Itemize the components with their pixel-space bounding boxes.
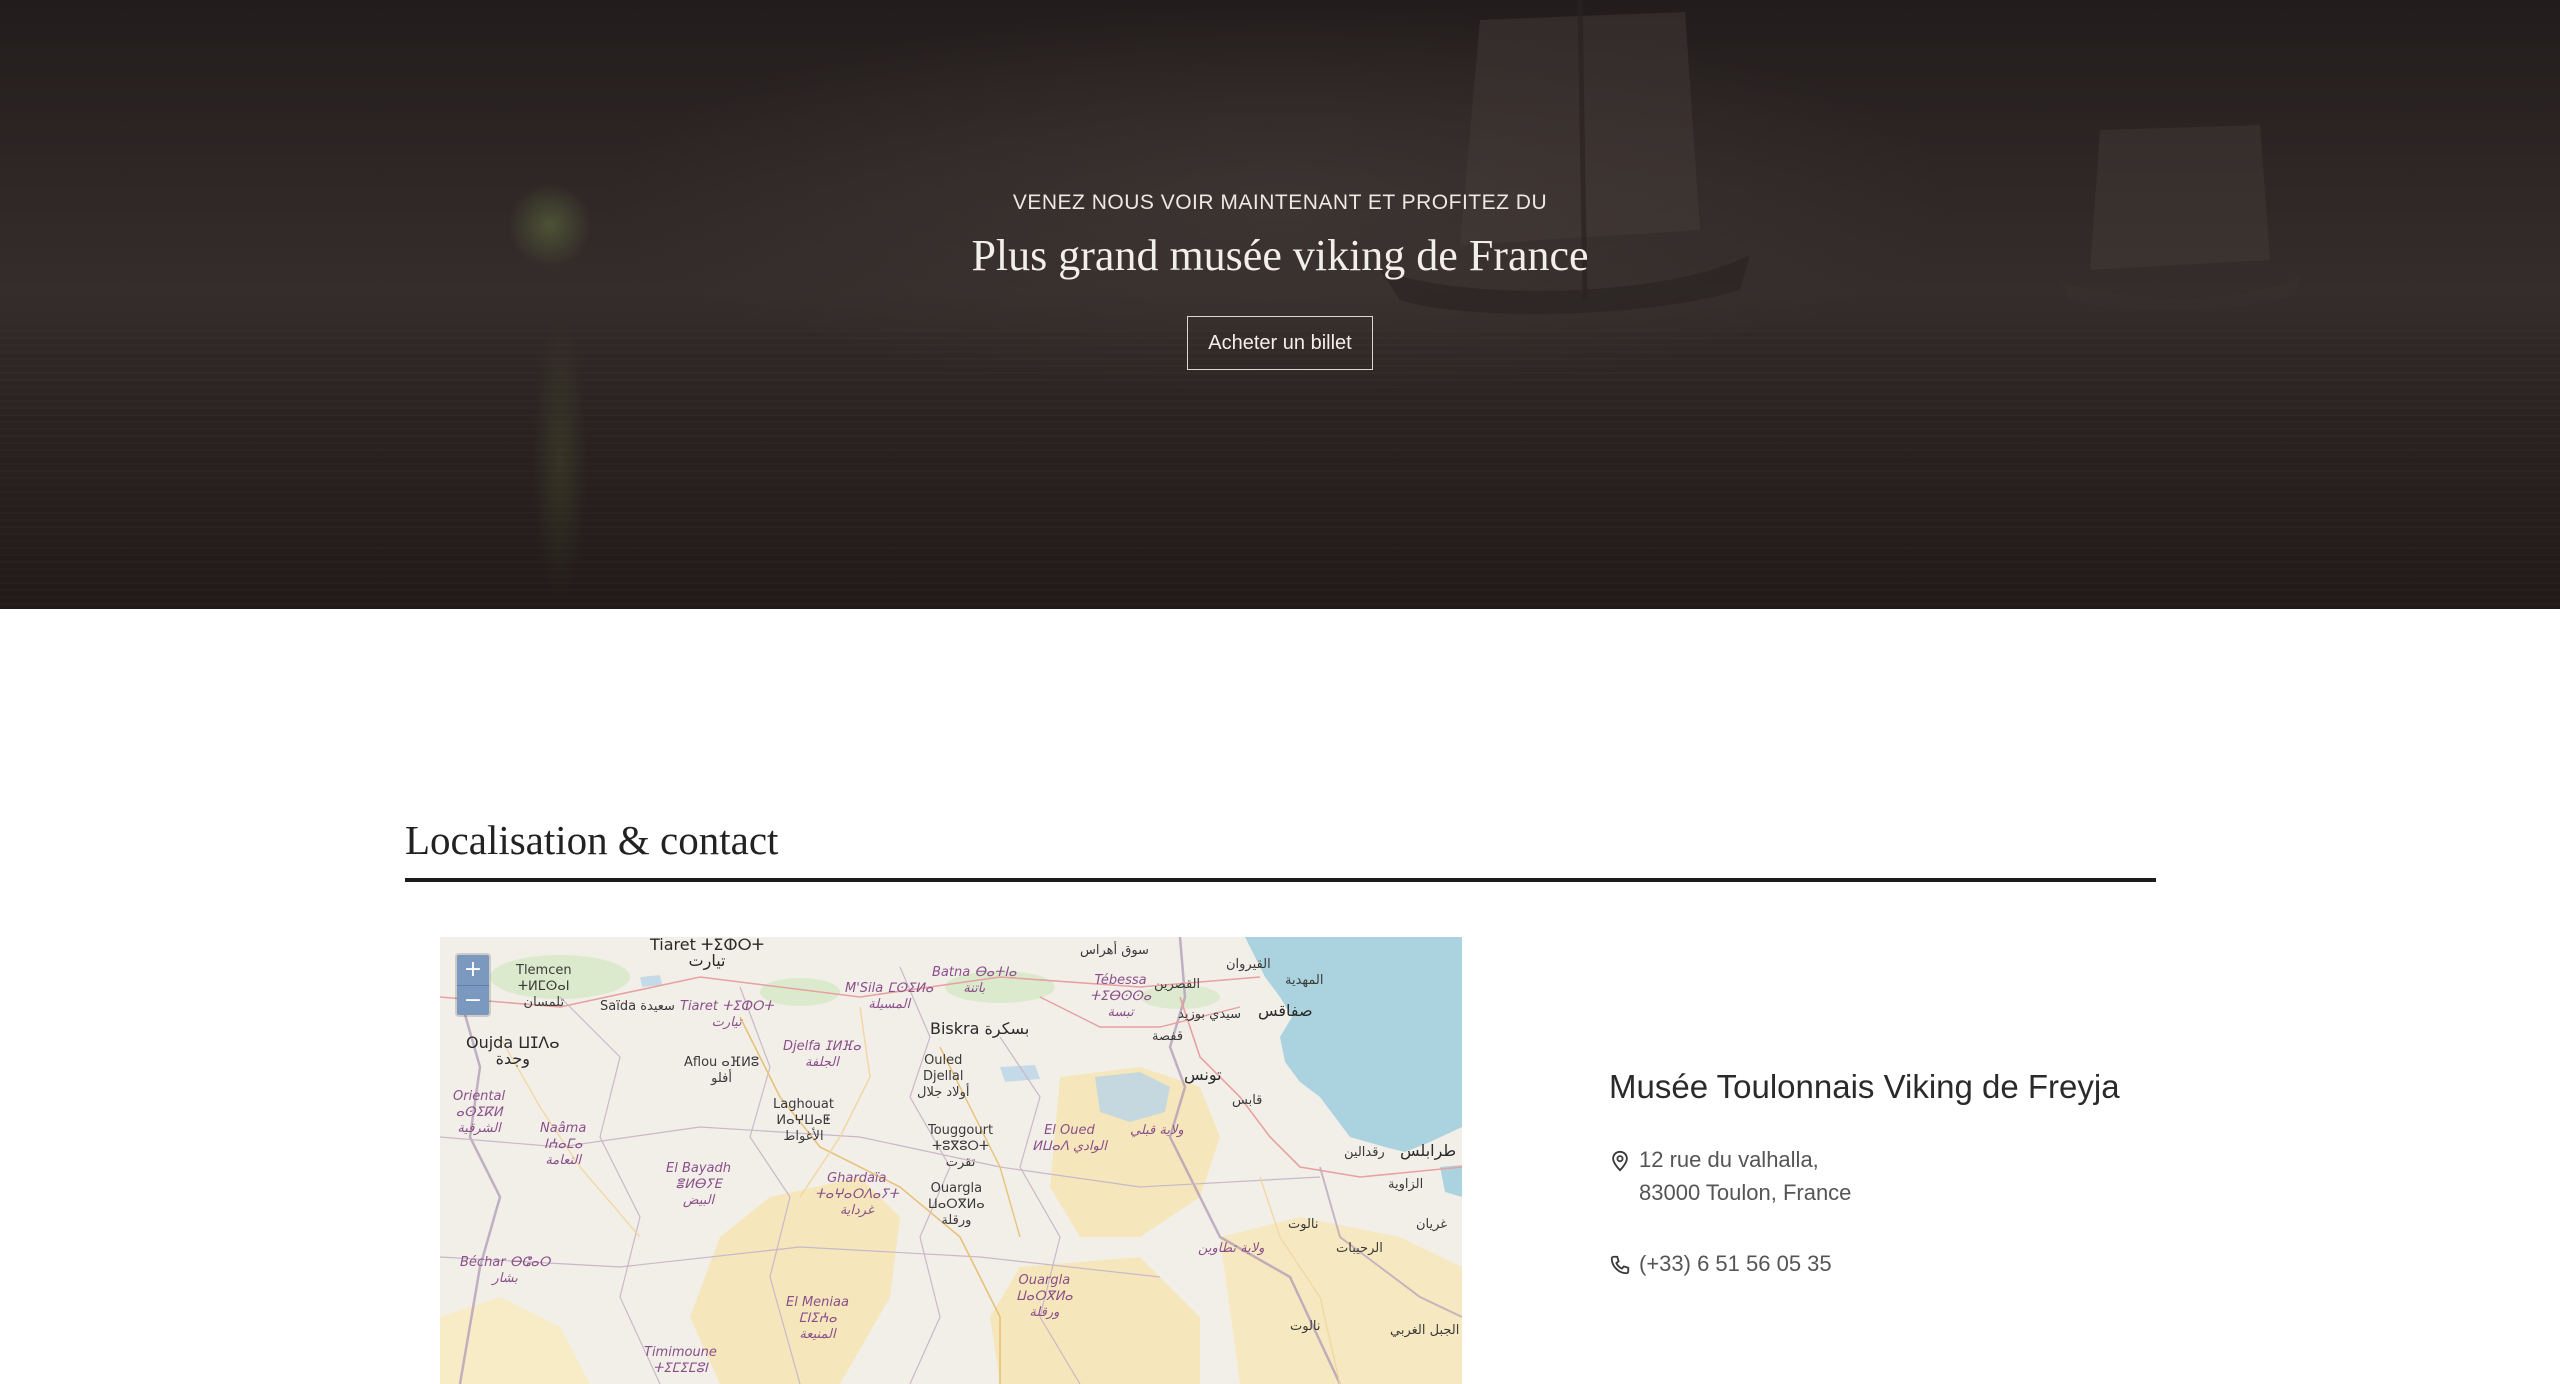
map-label-zawiya: الزاوية [1388, 1177, 1424, 1192]
map-label-saida: Saïda سعيدة [600, 999, 675, 1014]
phone-number[interactable]: (+33) 6 51 56 05 35 [1639, 1247, 1832, 1280]
map-label-djelfa: Djelfa ⵊⵍⴼⴰ الجلفة [783, 1039, 861, 1070]
zoom-in-button[interactable]: + [457, 955, 489, 985]
map-label-kairouan: القيروان [1226, 957, 1271, 972]
map-label-ghardaia: Ghardaïa ⵜⴰⵖⴰⵔⴷⴰⵢⵜ غرداية [815, 1171, 899, 1218]
hero-banner: VENEZ NOUS VOIR MAINTENANT ET PROFITEZ D… [0, 0, 2560, 609]
buy-ticket-button[interactable]: Acheter un billet [1187, 316, 1373, 370]
map-label-tunis: تونس [1184, 1065, 1222, 1084]
map-label-ouargla-region: Ouargla ⵡⴰⵔⴳⵍⴰ ورقلة [1016, 1273, 1073, 1320]
location-map[interactable]: Tiaret ⵜⵉⵀⵔⵜ تيارت Tlemcen ⵜⵍⵎⵙⴰⵏ تلمسان… [440, 937, 1462, 1384]
map-label-gafsa: قفصة [1152, 1029, 1184, 1044]
map-label-tataouine: ولاية تطاوين [1198, 1241, 1265, 1256]
map-label-jabal: الجبل الغربي [1390, 1323, 1460, 1338]
map-label-tiaret-region: Tiaret ⵜⵉⵀⵔⵜ تيارت [680, 999, 774, 1030]
map-label-touggourt: Touggourt ⵜⵓⴳⵓⵔⵜ تقرت [928, 1123, 994, 1170]
map-label-naama: Naâma ⵏⵄⴰⵎⴰ النعامة [540, 1121, 587, 1168]
map-label-sfax: صفاقس [1258, 1001, 1313, 1020]
map-label-nalut: نالوت [1288, 1217, 1319, 1232]
map-label-nalut-2: نالوت [1290, 1319, 1321, 1334]
map-label-laghouat: Laghouat ⵍⴰⵖⵡⴰⵟ الأغواط [773, 1097, 834, 1144]
map-label-tebessa: Tébessa ⵜⵉⴱⵙⵙⴰ تبسة [1090, 973, 1152, 1020]
map-label-oujda: Oujda ⵡⵊⴷⴰ وجدة [466, 1033, 560, 1068]
map-label-biskra: Biskra بسكرة [930, 1019, 1030, 1038]
map-label-tiaret: Tiaret ⵜⵉⵀⵔⵜ تيارت [650, 937, 765, 970]
map-label-rakdalin: رقدالين [1344, 1145, 1385, 1160]
section-divider [405, 878, 2156, 882]
map-label-msila: M'Sila ⵎⵙⵉⵍⴰ المسيلة [845, 981, 934, 1012]
section-title: Localisation & contact [405, 817, 779, 863]
address-line-2: 83000 Toulon, France [1639, 1180, 1852, 1205]
map-label-batna: Batna ⴱⴰⵜⵏⴰ باتنة [932, 965, 1017, 996]
map-label-bechar: Béchar ⴱⵛⴰⵔ بشار [460, 1255, 551, 1286]
map-label-tripoli: طرابلس [1400, 1141, 1457, 1160]
hero-sea-texture [0, 330, 2560, 609]
location-contact-section: Localisation & contact [405, 810, 2156, 882]
map-label-souk-ahras: سوق أهراس [1080, 943, 1149, 958]
phone-icon [1610, 1255, 1630, 1275]
location-pin-icon [1612, 1150, 1628, 1172]
map-label-gharyan: غريان [1416, 1217, 1448, 1232]
map-label-rajban: الرحيبات [1336, 1241, 1383, 1256]
map-label-mahdia: المهدية [1285, 973, 1324, 988]
map-label-oriental: Oriental ⴰⵙⵉⴽⵍ الشرقية [453, 1089, 506, 1136]
museum-name: Musée Toulonnais Viking de Freyja [1609, 1068, 2120, 1105]
address-row: 12 rue du valhalla, 83000 Toulon, France [1609, 1143, 2169, 1209]
map-zoom-control: + − [455, 953, 491, 1017]
hero-content: VENEZ NOUS VOIR MAINTENANT ET PROFITEZ D… [0, 188, 2560, 370]
map-label-kebili: ولاية قبلي [1130, 1123, 1184, 1138]
map-label-el-oued: El Oued ⵍⵡⴰⴷ الوادي [1032, 1123, 1107, 1154]
address-line-1: 12 rue du valhalla, [1639, 1147, 1819, 1172]
map-label-ouargla: Ouargla ⵡⴰⵔⴳⵍⴰ ورقلة [928, 1181, 985, 1228]
map-label-el-bayadh: El Bayadh ⴻⵍⴱⵢⴹ البيض [666, 1161, 731, 1208]
map-label-gabes: قابس [1232, 1093, 1263, 1108]
hero-title: Plus grand musée viking de France [971, 231, 1589, 280]
map-label-ouled-djellal: Ouled Djellal أولاد جلال [917, 1053, 970, 1100]
map-label-timimoune: Timimoune ⵜⵉⵎⵉⵎⵓⵏ [644, 1345, 717, 1376]
hero-kicker: VENEZ NOUS VOIR MAINTENANT ET PROFITEZ D… [1012, 191, 1548, 214]
map-label-kasserine: القصرين [1154, 977, 1201, 992]
zoom-out-button[interactable]: − [457, 985, 489, 1015]
map-label-sidi-bouzid: سيدي بوزيد [1178, 1007, 1242, 1022]
map-label-aflou: Aflou ⴰⴼⵍⵓ أفلو [684, 1055, 760, 1086]
address-text: 12 rue du valhalla, 83000 Toulon, France [1639, 1143, 1851, 1209]
map-label-tlemcen: Tlemcen ⵜⵍⵎⵙⴰⵏ تلمسان [516, 963, 572, 1010]
map-label-el-meniaa: El Meniaa ⵎⵏⵉⵄⴰ المنيعة [786, 1295, 849, 1342]
phone-row: (+33) 6 51 56 05 35 [1609, 1247, 2169, 1280]
contact-info: Musée Toulonnais Viking de Freyja 12 rue… [1609, 1064, 2169, 1280]
